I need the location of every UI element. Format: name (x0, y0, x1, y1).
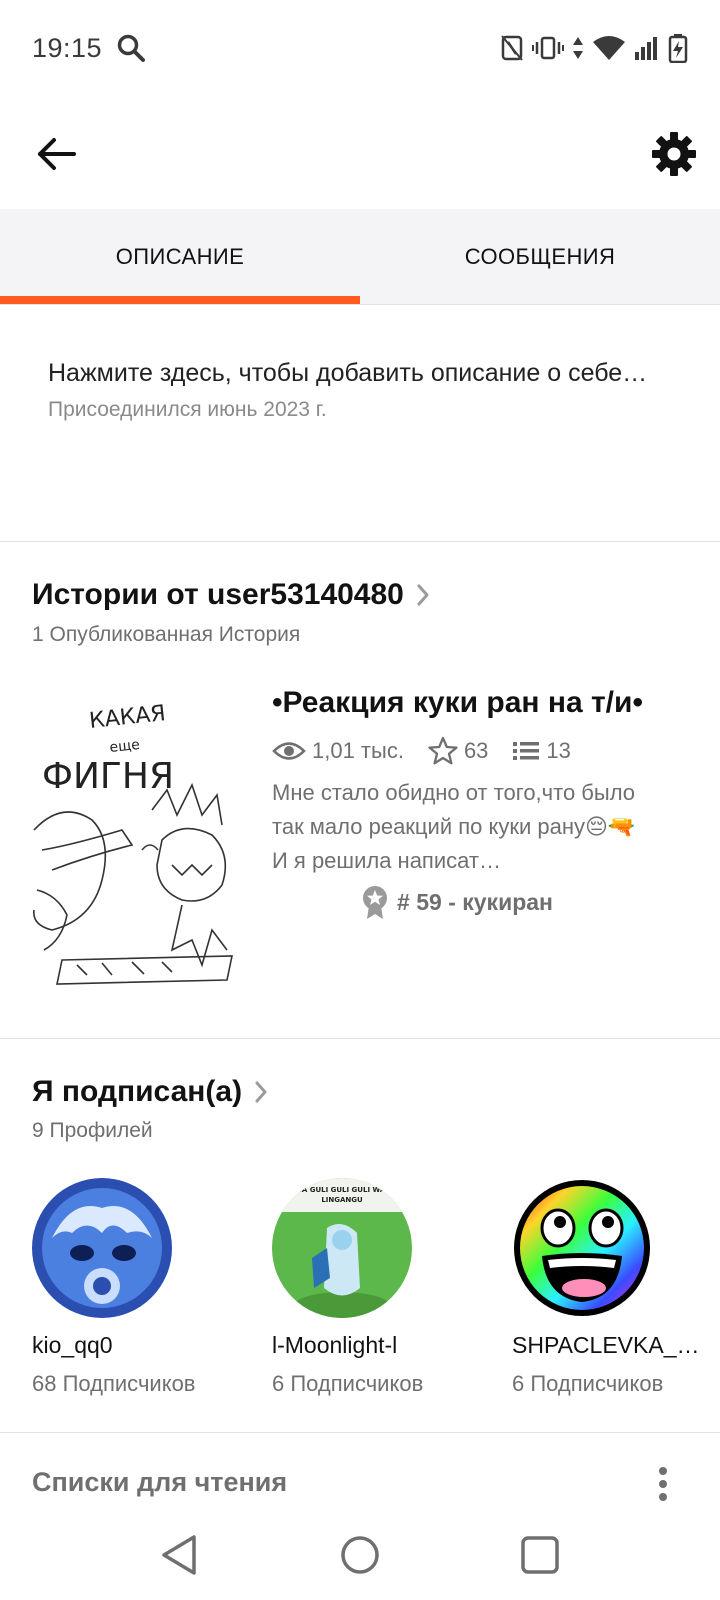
stories-count: 1 Опубликованная История (32, 623, 301, 646)
add-description-prompt[interactable]: Нажмите здесь, чтобы добавить описание о… (48, 352, 678, 394)
following-section-header[interactable]: Я подписан(а) (32, 1075, 268, 1109)
nav-home-icon[interactable] (336, 1531, 384, 1579)
search-icon (117, 34, 146, 62)
chevron-right-icon (255, 1081, 267, 1103)
ranking-badge-icon (363, 886, 388, 919)
divider (0, 541, 720, 542)
profile-name: kio_qq0 (32, 1332, 113, 1358)
tab-description[interactable]: ОПИСАНИЕ (0, 209, 360, 305)
story-cover-image[interactable]: КАКАЯ еще ФИГНЯ (32, 680, 238, 996)
eye-icon (272, 742, 306, 760)
vibrate-icon (532, 36, 564, 60)
app-bar (0, 104, 720, 200)
status-bar: 19:15 (0, 0, 720, 96)
rank-label: # 59 - кукиран (397, 888, 553, 915)
reads-stat: 1,01 тыс. (272, 738, 404, 764)
cover-text-line-3: ФИГНЯ (42, 756, 174, 797)
about-section: Нажмите здесь, чтобы добавить описание о… (48, 352, 678, 422)
profile-followers: 6 Подписчиков (512, 1371, 664, 1396)
divider (0, 1038, 720, 1039)
list-icon (513, 742, 540, 760)
star-icon (428, 736, 458, 765)
reads-count: 1,01 тыс. (312, 738, 404, 763)
reading-lists-title[interactable]: Списки для чтения (32, 1467, 287, 1498)
stories-section-header[interactable]: Истории от user53140480 (32, 578, 430, 612)
avatar (512, 1178, 652, 1318)
following-section-title: Я подписан(а) (32, 1075, 243, 1108)
story-info: •Реакция куки ран на т/и• 1,01 тыс. 63 1… (272, 684, 672, 920)
story-blurb: Мне стало обидно от того,что было так ма… (272, 780, 636, 873)
nav-back-icon[interactable] (156, 1531, 204, 1579)
following-profiles-list: kio_qq0 68 Подписчиков LINGA GULI GULI G… (0, 1178, 720, 1418)
profile-followers: 68 Подписчиков (32, 1371, 196, 1396)
avatar (32, 1178, 172, 1318)
following-count: 9 Профилей (32, 1119, 153, 1142)
cover-text-line-2: еще (109, 737, 141, 756)
story-rank[interactable]: # 59 - кукиран (272, 884, 642, 920)
gear-icon[interactable] (650, 130, 698, 178)
profile-card[interactable]: SHPACLEVKA_K… 6 Подписчиков (512, 1178, 712, 1397)
joined-date: Присоединился июнь 2023 г. (48, 398, 327, 421)
stories-section-title: Истории от user53140480 (32, 578, 404, 611)
signal-icon (635, 37, 657, 60)
profile-followers: 6 Подписчиков (272, 1371, 424, 1396)
nav-recents-icon[interactable] (516, 1531, 564, 1579)
profile-name: l-Moonlight-l (272, 1332, 398, 1358)
active-tab-indicator (0, 296, 360, 304)
profile-card[interactable]: kio_qq0 68 Подписчиков (32, 1178, 232, 1397)
more-vertical-icon[interactable] (648, 1466, 678, 1502)
parts-stat: 13 (512, 738, 571, 764)
divider (0, 1432, 720, 1433)
avatar-caption-line-1: LINGA GULI GULI GULI WANTA (283, 1186, 401, 1194)
system-nav-bar (0, 1515, 720, 1600)
story-title[interactable]: •Реакция куки ран на т/и• (272, 684, 672, 722)
wifi-icon (593, 36, 625, 60)
status-time: 19:15 (32, 32, 103, 63)
chevron-right-icon (417, 584, 429, 606)
status-icons (500, 33, 688, 63)
battery-icon (668, 34, 688, 63)
data-arrows-icon (573, 37, 583, 59)
profile-name: SHPACLEVKA_K… (512, 1332, 702, 1358)
parts-count: 13 (546, 738, 571, 763)
votes-stat: 63 (428, 736, 488, 766)
story-cover-sketch: КАКАЯ еще ФИГНЯ (32, 680, 238, 996)
back-arrow-icon[interactable] (32, 130, 80, 178)
tab-messages[interactable]: СООБЩЕНИЯ (360, 209, 720, 305)
profile-card[interactable]: LINGA GULI GULI GULI WANTA LINGANGU l-Mo… (272, 1178, 472, 1397)
avatar: LINGA GULI GULI GULI WANTA LINGANGU (272, 1178, 412, 1318)
votes-count: 63 (463, 738, 489, 763)
story-stats: 1,01 тыс. 63 13 (272, 736, 672, 766)
nfc-icon (501, 35, 523, 61)
profile-tabs: ОПИСАНИЕ СООБЩЕНИЯ (0, 209, 720, 305)
avatar-caption-line-2: LINGANGU (321, 1196, 363, 1204)
